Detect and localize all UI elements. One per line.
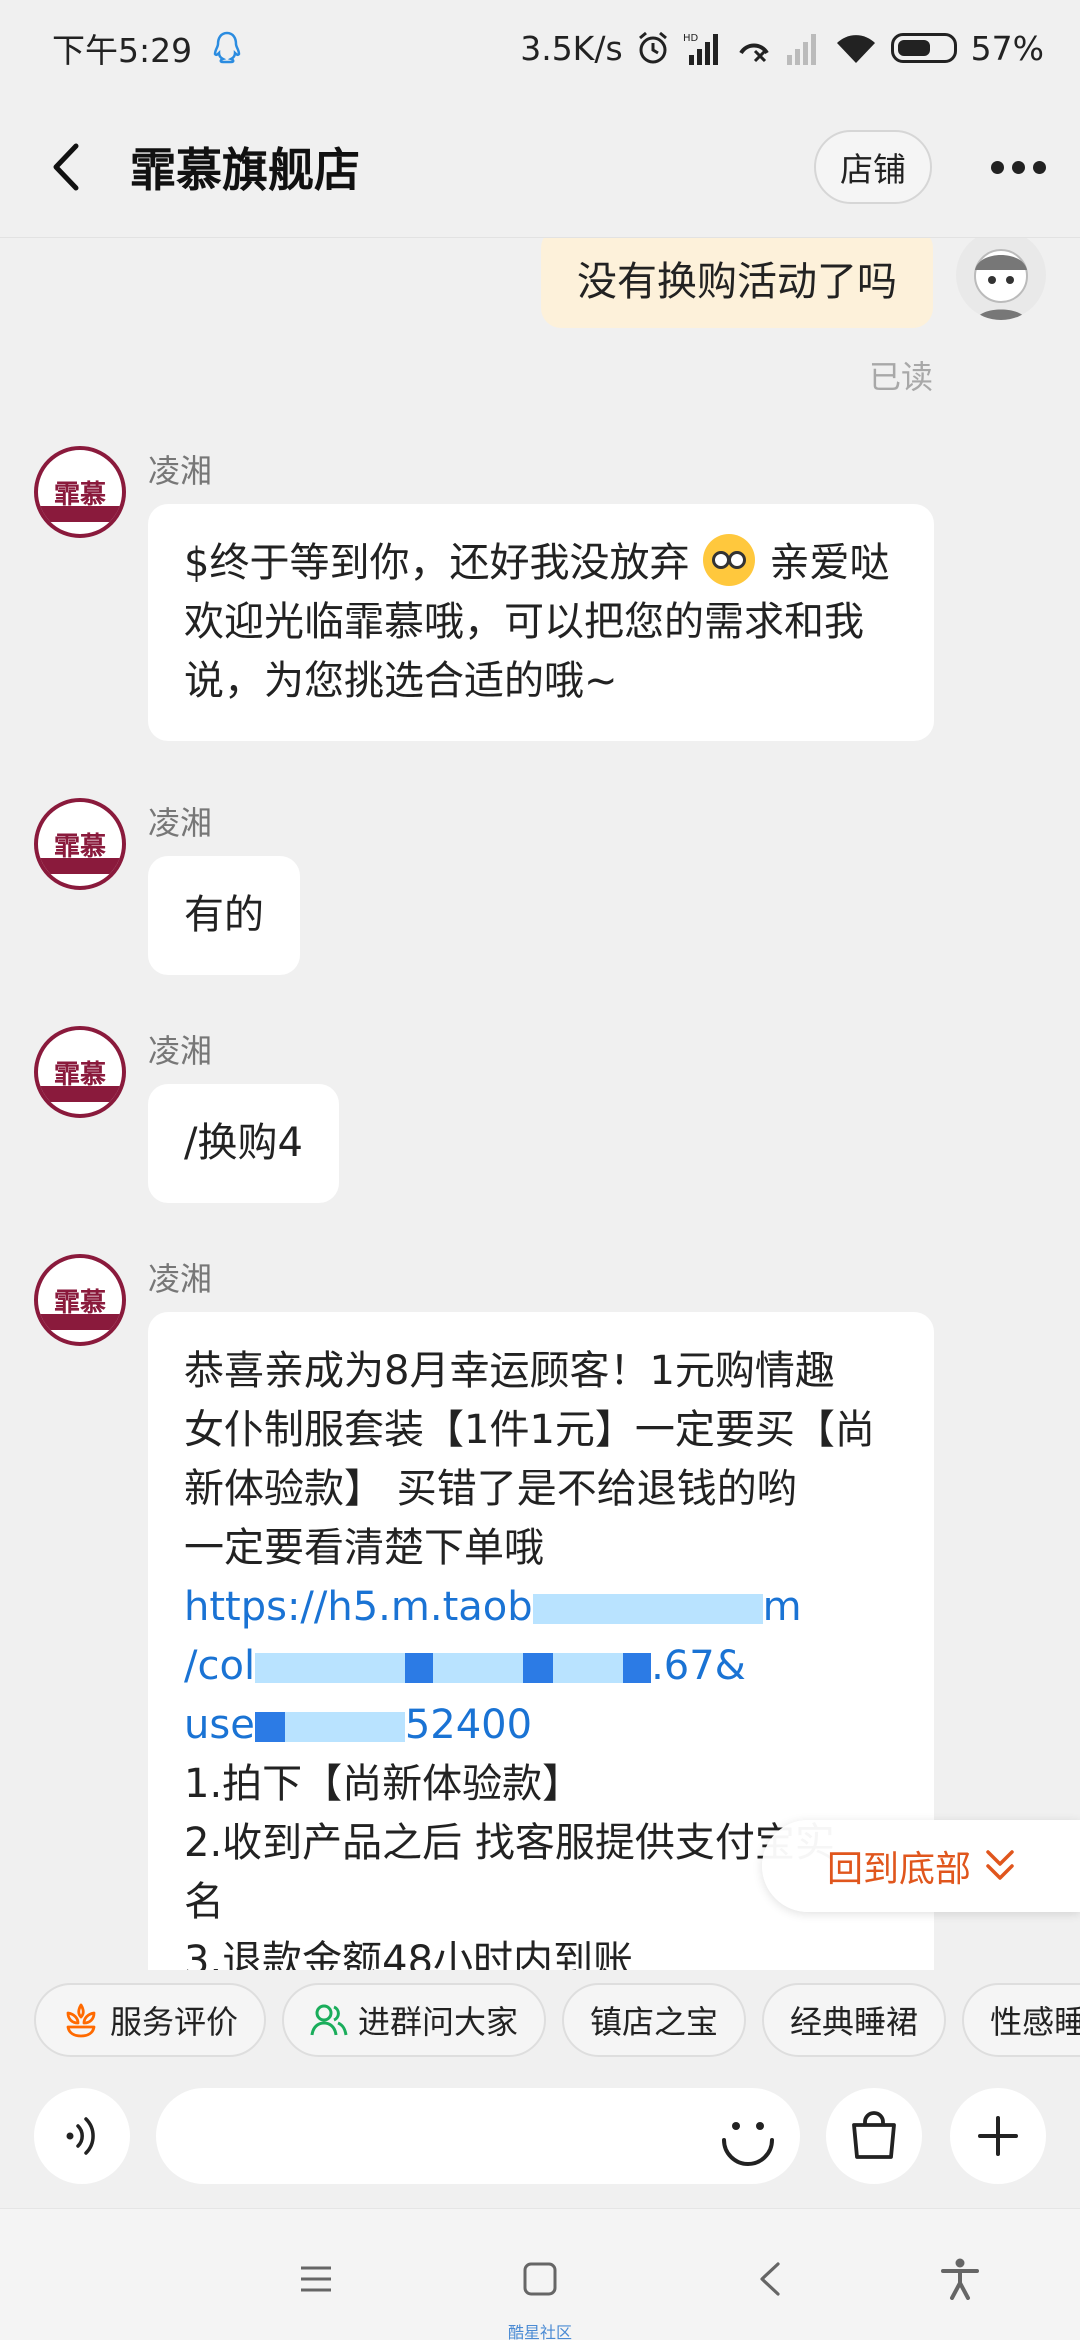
svg-text:HD: HD <box>683 33 699 44</box>
hd-signal-icon: HD <box>683 31 723 65</box>
accessibility-nav-button[interactable] <box>930 2249 990 2309</box>
my-message-bubble[interactable]: 没有换购活动了吗 <box>541 238 933 328</box>
back-nav-button[interactable] <box>740 2249 800 2309</box>
promo-link-line[interactable]: https://h5.m.taob m <box>184 1578 898 1637</box>
call-icon <box>737 31 771 65</box>
double-chevron-down-icon <box>986 1850 1014 1880</box>
message-bubble[interactable]: /换购4 <box>148 1084 339 1203</box>
message-line: 恭喜亲成为8月幸运顾客！1元购情趣 <box>184 1348 835 1394</box>
sender-name: 凌湘 <box>148 452 213 490</box>
system-navigation-bar: 酷星社区 <box>0 2208 1080 2340</box>
promo-link-line[interactable]: use 52400 <box>184 1696 898 1755</box>
add-more-button[interactable] <box>950 2088 1046 2184</box>
wifi-icon <box>835 31 877 65</box>
accessibility-icon <box>941 2258 979 2300</box>
group-users-icon <box>310 2004 348 2036</box>
tag-sexy-nightgown[interactable]: 性感睡裙 <box>962 1983 1080 2057</box>
tag-service-rating[interactable]: 服务评价 <box>34 1983 267 2057</box>
message-bubble[interactable]: 有的 <box>148 856 300 975</box>
emoji-button[interactable] <box>716 2106 780 2170</box>
incoming-message: 霏慕 凌湘 有的 <box>34 798 934 978</box>
store-button[interactable]: 店铺 <box>814 130 932 204</box>
status-time: 下午5:29 <box>52 31 193 70</box>
menu-nav-button[interactable] <box>286 2249 346 2309</box>
scroll-to-bottom-button[interactable]: 回到底部 <box>762 1820 1080 1912</box>
voice-wave-icon <box>66 2117 95 2155</box>
incoming-message: 霏慕 凌湘 /换购4 <box>34 1026 934 1206</box>
shop-rating-icon <box>66 2003 96 2038</box>
scroll-to-bottom-label: 回到底部 <box>826 1849 971 1890</box>
menu-lines-icon <box>301 2266 331 2292</box>
read-status: 已读 <box>868 358 933 396</box>
battery-percent: 57% <box>970 28 1044 68</box>
shopping-bag-button[interactable] <box>826 2088 922 2184</box>
sender-name: 凌湘 <box>148 1260 213 1298</box>
seller-avatar[interactable]: 霏慕 <box>34 1254 126 1346</box>
message-input[interactable] <box>156 2088 800 2184</box>
my-avatar[interactable] <box>956 238 1046 320</box>
promo-link-line[interactable]: /col .67& <box>184 1637 898 1696</box>
triangle-back-icon <box>760 2262 780 2296</box>
no-signal-icon <box>785 31 821 65</box>
tag-join-group[interactable]: 进群问大家 <box>282 1983 547 2057</box>
message-text: $终于等到你，还好我没放弃 <box>184 540 690 586</box>
message-line: 3.退款金额48小时内到账 <box>184 1938 634 1970</box>
voice-button[interactable] <box>34 2088 130 2184</box>
net-speed: 3.5K/s <box>520 28 623 68</box>
message-text: /换购4 <box>184 1120 303 1166</box>
incoming-message: 霏慕 凌湘 $终于等到你，还好我没放弃 亲爱哒 欢迎光临霏慕哦，可以把您的需求和我… <box>34 446 934 746</box>
shopping-bag-icon <box>852 2111 896 2159</box>
message-bubble[interactable]: $终于等到你，还好我没放弃 亲爱哒 欢迎光临霏慕哦，可以把您的需求和我说，为您挑选… <box>148 504 934 741</box>
title-bar: 霏慕旗舰店 店铺 <box>0 96 1080 238</box>
dizzy-face-emoji-icon <box>703 534 756 586</box>
tag-classic-nightgown[interactable]: 经典睡裙 <box>762 1983 947 2057</box>
more-options-button[interactable] <box>978 142 1058 192</box>
message-text: 有的 <box>184 892 264 938</box>
message-line: 一定要看清楚下单哦 <box>184 1525 544 1571</box>
home-nav-button[interactable] <box>510 2249 570 2309</box>
message-input-bar <box>0 2084 1080 2194</box>
my-message[interactable]: 没有换购活动了吗 <box>541 238 933 328</box>
seller-avatar[interactable]: 霏慕 <box>34 1026 126 1118</box>
seller-avatar[interactable]: 霏慕 <box>34 446 126 538</box>
sender-name: 凌湘 <box>148 804 213 842</box>
sender-name: 凌湘 <box>148 1032 213 1070</box>
square-home-icon <box>523 2262 557 2296</box>
message-line: 女仆制服套装【1件1元】一定要买【尚 <box>184 1407 875 1453</box>
plus-icon <box>978 2116 1018 2156</box>
seller-avatar[interactable]: 霏慕 <box>34 798 126 890</box>
watermark-text: 酷星社区 <box>508 2323 573 2340</box>
chat-message-list[interactable]: 没有换购活动了吗 已读 霏慕 凌湘 $终于等到你，还好我没放弃 亲爱哒 欢迎光临霏… <box>0 238 1080 1970</box>
quick-reply-tags: 服务评价 进群问大家 镇店之宝 经典睡裙 性感睡裙 <box>0 1970 1080 2070</box>
battery-icon <box>890 33 957 63</box>
tag-store-treasure[interactable]: 镇店之宝 <box>562 1983 747 2057</box>
shop-title: 霏慕旗舰店 <box>130 142 360 197</box>
smiley-icon <box>722 2122 774 2166</box>
status-bar: 下午5:29 3.5K/s HD 57% <box>0 0 1080 96</box>
chevron-left-icon <box>53 143 79 190</box>
message-line: 新体验款】 买错了是不给退钱的哟 <box>184 1466 797 1512</box>
message-line: 1.拍下【尚新体验款】 <box>184 1761 583 1807</box>
alarm-icon <box>637 31 669 65</box>
back-button[interactable] <box>0 96 130 238</box>
qq-icon <box>212 30 242 66</box>
